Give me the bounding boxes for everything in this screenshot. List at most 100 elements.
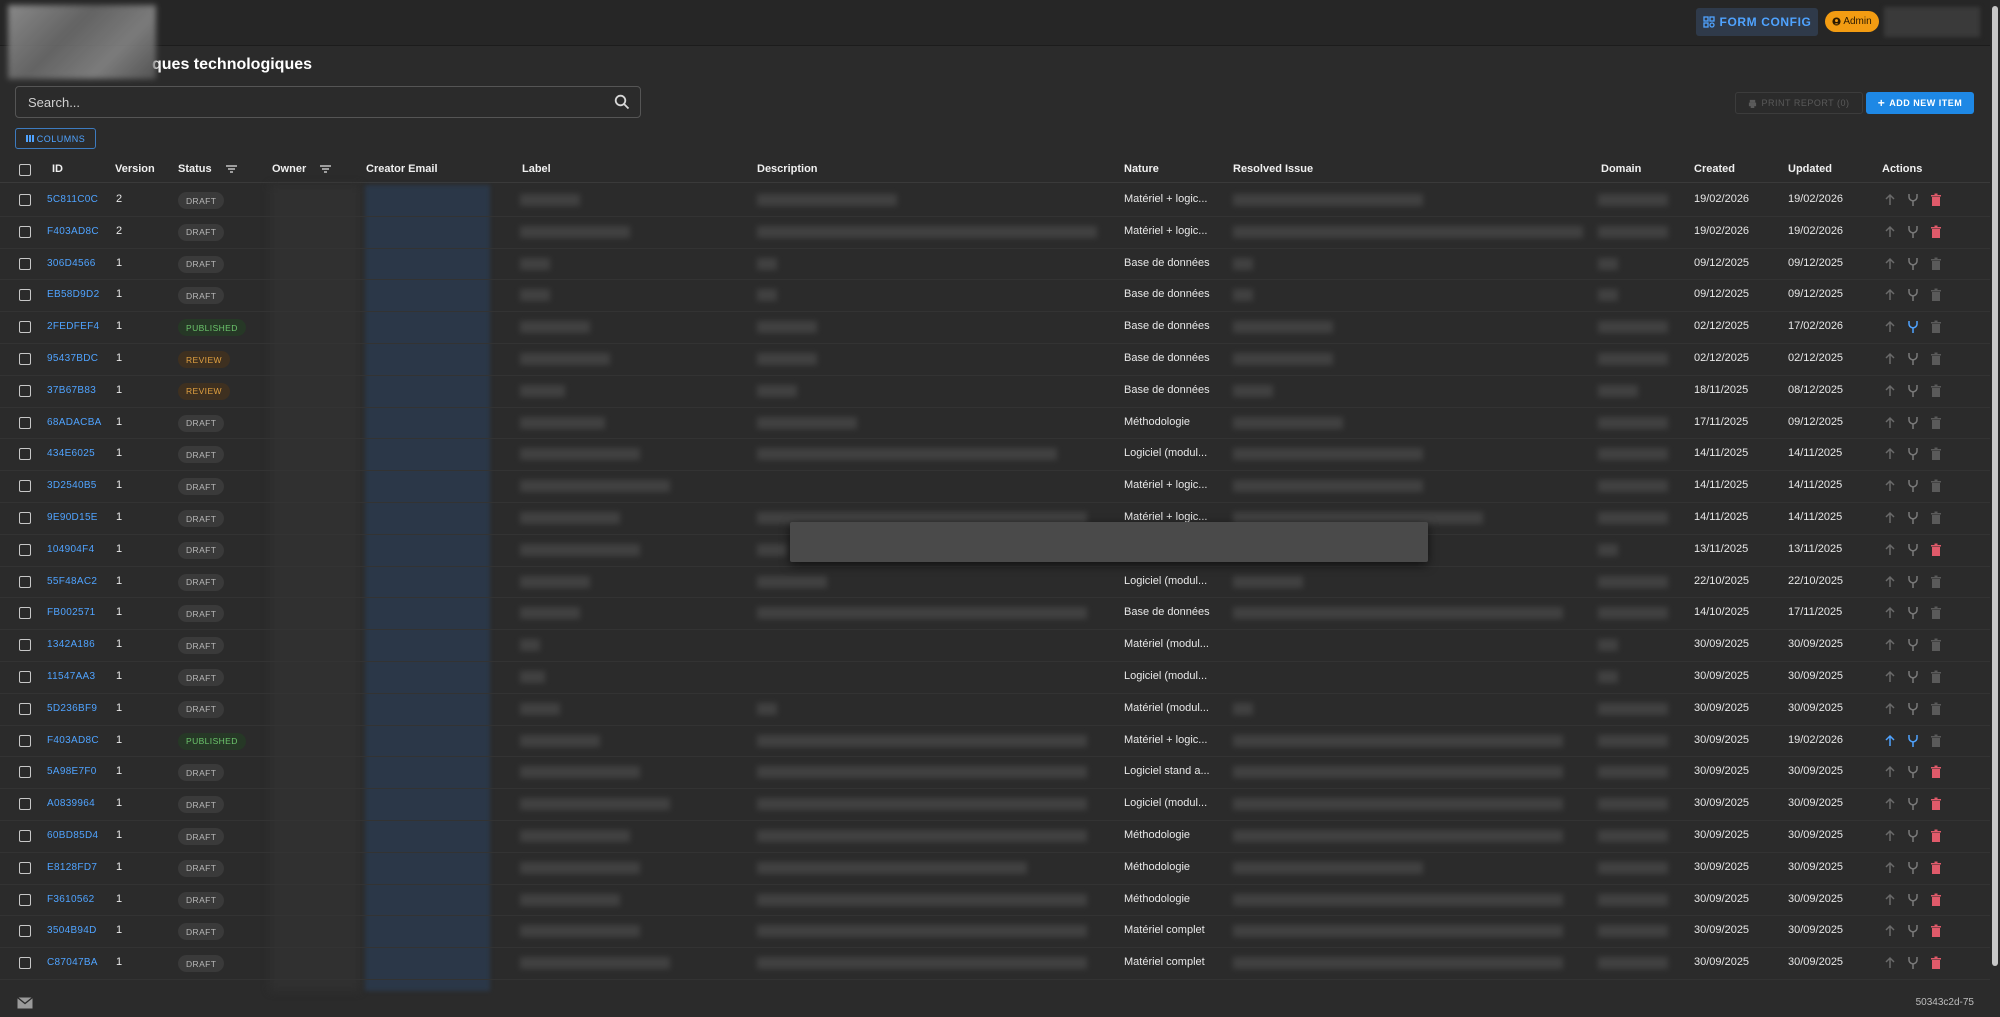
row-checkbox[interactable] (19, 512, 31, 524)
column-header-domain[interactable]: Domain (1601, 163, 1641, 175)
row-checkbox[interactable] (19, 925, 31, 938)
arrow-up-icon[interactable] (1883, 956, 1897, 970)
trash-icon[interactable] (1929, 670, 1943, 684)
arrow-up-icon[interactable] (1883, 924, 1897, 938)
trash-icon[interactable] (1929, 193, 1943, 207)
trash-icon[interactable] (1929, 797, 1943, 811)
column-header-created[interactable]: Created (1694, 163, 1735, 175)
trash-icon[interactable] (1929, 734, 1943, 748)
column-header-description[interactable]: Description (757, 163, 818, 175)
row-id-link[interactable]: 60BD85D4 (47, 830, 98, 841)
scrollbar-thumb[interactable] (1992, 6, 1998, 966)
row-checkbox[interactable] (19, 575, 31, 588)
scrollbar[interactable] (1990, 0, 2000, 1017)
fork-icon[interactable] (1906, 543, 1920, 557)
table-row[interactable]: 5D236BF9 1 DRAFT Matériel (modul... 30/0… (0, 694, 1990, 726)
table-row[interactable]: E8128FD7 1 DRAFT Méthodologie 30/09/2025… (0, 853, 1990, 885)
column-header-owner[interactable]: Owner (272, 163, 332, 175)
row-checkbox[interactable] (19, 766, 31, 779)
arrow-up-icon[interactable] (1883, 861, 1897, 875)
arrow-up-icon[interactable] (1883, 893, 1897, 907)
trash-icon[interactable] (1929, 416, 1943, 430)
fork-icon[interactable] (1906, 924, 1920, 938)
trash-icon[interactable] (1929, 479, 1943, 493)
arrow-up-icon[interactable] (1883, 416, 1897, 430)
fork-icon[interactable] (1906, 702, 1920, 716)
arrow-up-icon[interactable] (1883, 511, 1897, 525)
row-checkbox[interactable] (19, 543, 31, 556)
table-row[interactable]: C87047BA 1 DRAFT Matériel complet 30/09/… (0, 948, 1990, 980)
fork-icon[interactable] (1906, 606, 1920, 620)
table-row[interactable]: 5C811C0C 2 DRAFT Matériel + logic... 19/… (0, 185, 1990, 217)
row-checkbox[interactable] (19, 671, 31, 683)
row-id-link[interactable]: 306D4566 (47, 258, 96, 269)
row-id-link[interactable]: 104904F4 (47, 544, 94, 555)
row-id-link[interactable]: 37B67B83 (47, 385, 96, 396)
fork-icon[interactable] (1906, 638, 1920, 652)
table-row[interactable]: 3D2540B5 1 DRAFT Matériel + logic... 14/… (0, 471, 1990, 503)
print-report-button[interactable]: PRINT REPORT (0) (1735, 92, 1863, 114)
column-header-creator-email[interactable]: Creator Email (366, 163, 438, 175)
row-id-link[interactable]: 2FEDFEF4 (47, 321, 99, 332)
arrow-up-icon[interactable] (1883, 447, 1897, 461)
row-checkbox[interactable] (19, 384, 31, 397)
arrow-up-icon[interactable] (1883, 384, 1897, 398)
fork-icon[interactable] (1906, 829, 1920, 843)
column-header-label[interactable]: Label (522, 163, 551, 175)
arrow-up-icon[interactable] (1883, 543, 1897, 557)
fork-icon[interactable] (1906, 670, 1920, 684)
table-row[interactable]: 434E6025 1 DRAFT Logiciel (modul... 14/1… (0, 439, 1990, 472)
arrow-up-icon[interactable] (1883, 829, 1897, 843)
row-id-link[interactable]: 5C811C0C (47, 194, 98, 205)
table-row[interactable]: 68ADACBA 1 DRAFT Méthodologie 17/11/2025… (0, 408, 1990, 440)
filter-icon[interactable] (225, 165, 237, 173)
table-row[interactable]: 306D4566 1 DRAFT Base de données 09/12/2… (0, 249, 1990, 281)
form-config-button[interactable]: FORM CONFIG (1696, 8, 1818, 36)
arrow-up-icon[interactable] (1883, 225, 1897, 239)
row-id-link[interactable]: 9E90D15E (47, 512, 98, 523)
table-row[interactable]: 1342A186 1 DRAFT Matériel (modul... 30/0… (0, 630, 1990, 662)
trash-icon[interactable] (1929, 956, 1943, 970)
trash-icon[interactable] (1929, 575, 1943, 589)
trash-icon[interactable] (1929, 447, 1943, 461)
search-input[interactable] (28, 87, 608, 117)
row-checkbox[interactable] (19, 734, 31, 747)
arrow-up-icon[interactable] (1883, 765, 1897, 779)
column-header-id[interactable]: ID (52, 163, 63, 175)
row-id-link[interactable]: EB58D9D2 (47, 289, 99, 300)
row-id-link[interactable]: FB002571 (47, 607, 96, 618)
row-checkbox[interactable] (19, 798, 31, 811)
table-row[interactable]: 11547AA3 1 DRAFT Logiciel (modul... 30/0… (0, 662, 1990, 694)
trash-icon[interactable] (1929, 384, 1943, 398)
table-row[interactable]: 60BD85D4 1 DRAFT Méthodologie 30/09/2025… (0, 821, 1990, 853)
trash-icon[interactable] (1929, 320, 1943, 334)
arrow-up-icon[interactable] (1883, 797, 1897, 811)
table-row[interactable]: A0839964 1 DRAFT Logiciel (modul... 30/0… (0, 789, 1990, 821)
row-id-link[interactable]: 5A98E7F0 (47, 766, 97, 777)
columns-button[interactable]: COLUMNS (15, 128, 96, 149)
trash-icon[interactable] (1929, 225, 1943, 239)
trash-icon[interactable] (1929, 288, 1943, 302)
search-field[interactable] (15, 86, 641, 118)
fork-icon[interactable] (1906, 225, 1920, 239)
user-menu[interactable] (1884, 7, 1980, 37)
overlay-popup[interactable] (790, 522, 1428, 562)
table-row[interactable]: FB002571 1 DRAFT Base de données 14/10/2… (0, 598, 1990, 631)
table-row[interactable]: 5A98E7F0 1 DRAFT Logiciel stand a... 30/… (0, 757, 1990, 790)
filter-icon[interactable] (320, 165, 332, 173)
fork-icon[interactable] (1906, 511, 1920, 525)
table-row[interactable]: 2FEDFEF4 1 PUBLISHED Base de données 02/… (0, 312, 1990, 344)
fork-icon[interactable] (1906, 193, 1920, 207)
trash-icon[interactable] (1929, 606, 1943, 620)
row-id-link[interactable]: C87047BA (47, 957, 98, 968)
row-id-link[interactable]: 434E6025 (47, 448, 95, 459)
row-checkbox[interactable] (19, 861, 31, 874)
add-new-item-button[interactable]: + ADD NEW ITEM (1866, 92, 1974, 114)
arrow-up-icon[interactable] (1883, 606, 1897, 620)
table-row[interactable]: 37B67B83 1 REVIEW Base de données 18/11/… (0, 376, 1990, 408)
row-id-link[interactable]: 11547AA3 (47, 671, 95, 682)
select-all-checkbox[interactable] (19, 164, 31, 176)
trash-icon[interactable] (1929, 893, 1943, 907)
column-header-nature[interactable]: Nature (1124, 163, 1159, 175)
table-row[interactable]: F3610562 1 DRAFT Méthodologie 30/09/2025… (0, 885, 1990, 917)
